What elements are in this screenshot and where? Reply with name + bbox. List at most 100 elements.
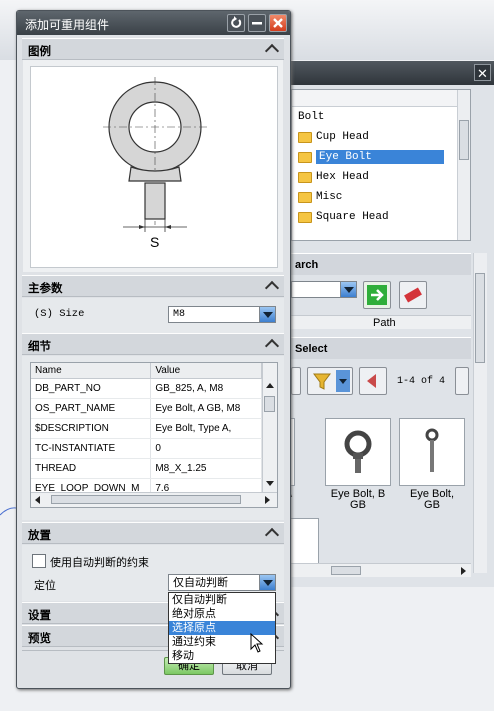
- cell-name: $DESCRIPTION: [31, 418, 152, 439]
- dropdown-option[interactable]: 绝对原点: [169, 607, 275, 621]
- table-row[interactable]: DB_PART_NO GB_825, A, M8: [31, 378, 262, 399]
- filter-button[interactable]: [307, 367, 353, 395]
- column-header-name[interactable]: Name: [31, 363, 152, 379]
- cell-value[interactable]: Eye Bolt, Type A,: [150, 418, 262, 439]
- close-icon[interactable]: ✕: [474, 64, 491, 81]
- tree-scrollbar[interactable]: [457, 90, 470, 240]
- details-hscrollbar[interactable]: [31, 492, 277, 507]
- search-go-button[interactable]: [363, 281, 391, 309]
- tree-item-label: Square Head: [316, 211, 389, 223]
- next-page-button[interactable]: [455, 367, 469, 395]
- scroll-right-icon[interactable]: [461, 567, 466, 575]
- group-details-header[interactable]: 细节: [22, 333, 284, 355]
- cell-name: OS_PART_NAME: [31, 398, 152, 419]
- library-scrollbar[interactable]: [473, 253, 487, 573]
- group-legend-header[interactable]: 图例: [22, 38, 284, 60]
- close-icon: [273, 18, 283, 28]
- position-dropdown-list[interactable]: 仅自动判断 绝对原点 选择原点 通过约束 移动: [168, 592, 276, 664]
- collapse-icon[interactable]: [264, 526, 280, 542]
- view-toggle-button[interactable]: [291, 367, 301, 395]
- tree-item-misc[interactable]: Misc: [292, 187, 470, 207]
- folder-icon: [298, 191, 312, 203]
- diagram-label: S: [150, 234, 160, 250]
- pager-text: 1-4 of 4: [397, 376, 446, 387]
- results-header: Path: [291, 315, 471, 329]
- collapse-icon[interactable]: [264, 337, 280, 353]
- collapse-icon[interactable]: [264, 279, 280, 295]
- chevron-down-icon[interactable]: [259, 575, 275, 590]
- results-hscrollbar[interactable]: [291, 563, 471, 577]
- group-settings-label: 设置: [28, 608, 51, 622]
- reuse-library-window: ✕ Bolt Cup Head Eye Bolt Hex Head Misc S…: [274, 61, 494, 587]
- position-select[interactable]: 仅自动判断: [168, 574, 276, 591]
- result-thumb-eye-bolt-b[interactable]: [325, 418, 391, 486]
- collapse-icon[interactable]: [264, 42, 280, 58]
- eraser-icon: [404, 287, 422, 303]
- table-row[interactable]: THREAD M8_X_1.25: [31, 458, 262, 479]
- scroll-right-icon[interactable]: [265, 496, 270, 504]
- scroll-thumb[interactable]: [475, 273, 485, 363]
- auto-constraint-label: 使用自动判断的约束: [50, 556, 149, 569]
- scroll-thumb[interactable]: [331, 566, 361, 575]
- details-table[interactable]: Name Value DB_PART_NO GB_825, A, M8 OS_PA…: [30, 362, 278, 508]
- search-section-label: arch: [295, 259, 319, 271]
- tree-item-label: Hex Head: [316, 171, 369, 183]
- auto-constraint-checkbox[interactable]: [32, 554, 46, 568]
- scroll-thumb[interactable]: [264, 396, 275, 412]
- chevron-down-icon[interactable]: [259, 307, 275, 322]
- scroll-down-icon[interactable]: [266, 481, 274, 486]
- clear-search-button[interactable]: [399, 281, 427, 309]
- cell-name: DB_PART_NO: [31, 378, 152, 399]
- tree-item-square-head[interactable]: Square Head: [292, 207, 470, 227]
- table-row[interactable]: TC-INSTANTIATE 0: [31, 438, 262, 459]
- scroll-left-icon[interactable]: [35, 496, 40, 504]
- table-row[interactable]: OS_PART_NAME Eye Bolt, A GB, M8: [31, 398, 262, 419]
- group-main-params-header[interactable]: 主参数: [22, 275, 284, 297]
- path-column: Path: [373, 317, 396, 329]
- details-vscrollbar[interactable]: [262, 363, 277, 493]
- arrow-left-icon: [367, 374, 376, 388]
- tree-item-label: Bolt: [298, 111, 325, 123]
- library-tree[interactable]: Bolt Cup Head Eye Bolt Hex Head Misc Squ…: [291, 89, 471, 241]
- tree-item-eye-bolt[interactable]: Eye Bolt: [292, 147, 470, 167]
- scroll-up-icon[interactable]: [266, 383, 274, 388]
- table-row[interactable]: $DESCRIPTION Eye Bolt, Type A,: [31, 418, 262, 439]
- search-type-select[interactable]: [291, 281, 357, 298]
- result-caption: GB: [350, 499, 366, 511]
- scroll-thumb[interactable]: [51, 495, 241, 504]
- search-section-header[interactable]: arch: [291, 253, 471, 275]
- cell-value[interactable]: GB_825, A, M8: [150, 378, 262, 399]
- cell-value[interactable]: M8_X_1.25: [150, 458, 262, 479]
- position-label: 定位: [34, 579, 56, 592]
- chevron-down-icon[interactable]: [340, 282, 356, 297]
- tree-item-hex-head[interactable]: Hex Head: [292, 167, 470, 187]
- eye-bolt-icon: [425, 428, 439, 472]
- cell-value[interactable]: 0: [150, 438, 262, 459]
- cell-name: TC-INSTANTIATE: [31, 438, 152, 459]
- reset-button[interactable]: [227, 14, 245, 32]
- tree-item-bolt[interactable]: Bolt: [292, 107, 470, 127]
- prev-page-button[interactable]: [359, 367, 387, 395]
- cell-value[interactable]: Eye Bolt, A GB, M8: [150, 398, 262, 419]
- select-section-label: Select: [295, 343, 328, 355]
- filter-icon: [313, 370, 350, 392]
- size-select[interactable]: M8: [168, 306, 276, 323]
- select-section-header[interactable]: Select: [291, 337, 471, 359]
- dropdown-option[interactable]: 仅自动判断: [169, 593, 275, 607]
- group-preview-label: 预览: [28, 631, 51, 645]
- column-header-value[interactable]: Value: [150, 363, 262, 379]
- result-caption: GB: [424, 499, 440, 511]
- group-main-params-label: 主参数: [28, 281, 63, 295]
- group-placement-header[interactable]: 放置: [22, 522, 284, 544]
- folder-icon: [298, 151, 312, 163]
- close-button[interactable]: [269, 14, 287, 32]
- tree-item-cup-head[interactable]: Cup Head: [292, 127, 470, 147]
- position-value: 仅自动判断: [173, 576, 228, 589]
- tree-header: [292, 90, 470, 107]
- folder-icon: [298, 131, 312, 143]
- reuse-library-titlebar: ✕: [287, 61, 494, 85]
- group-details-label: 细节: [28, 339, 51, 353]
- scroll-thumb[interactable]: [459, 120, 469, 160]
- minimize-button[interactable]: [248, 14, 266, 32]
- result-thumb-eye-bolt[interactable]: [399, 418, 465, 486]
